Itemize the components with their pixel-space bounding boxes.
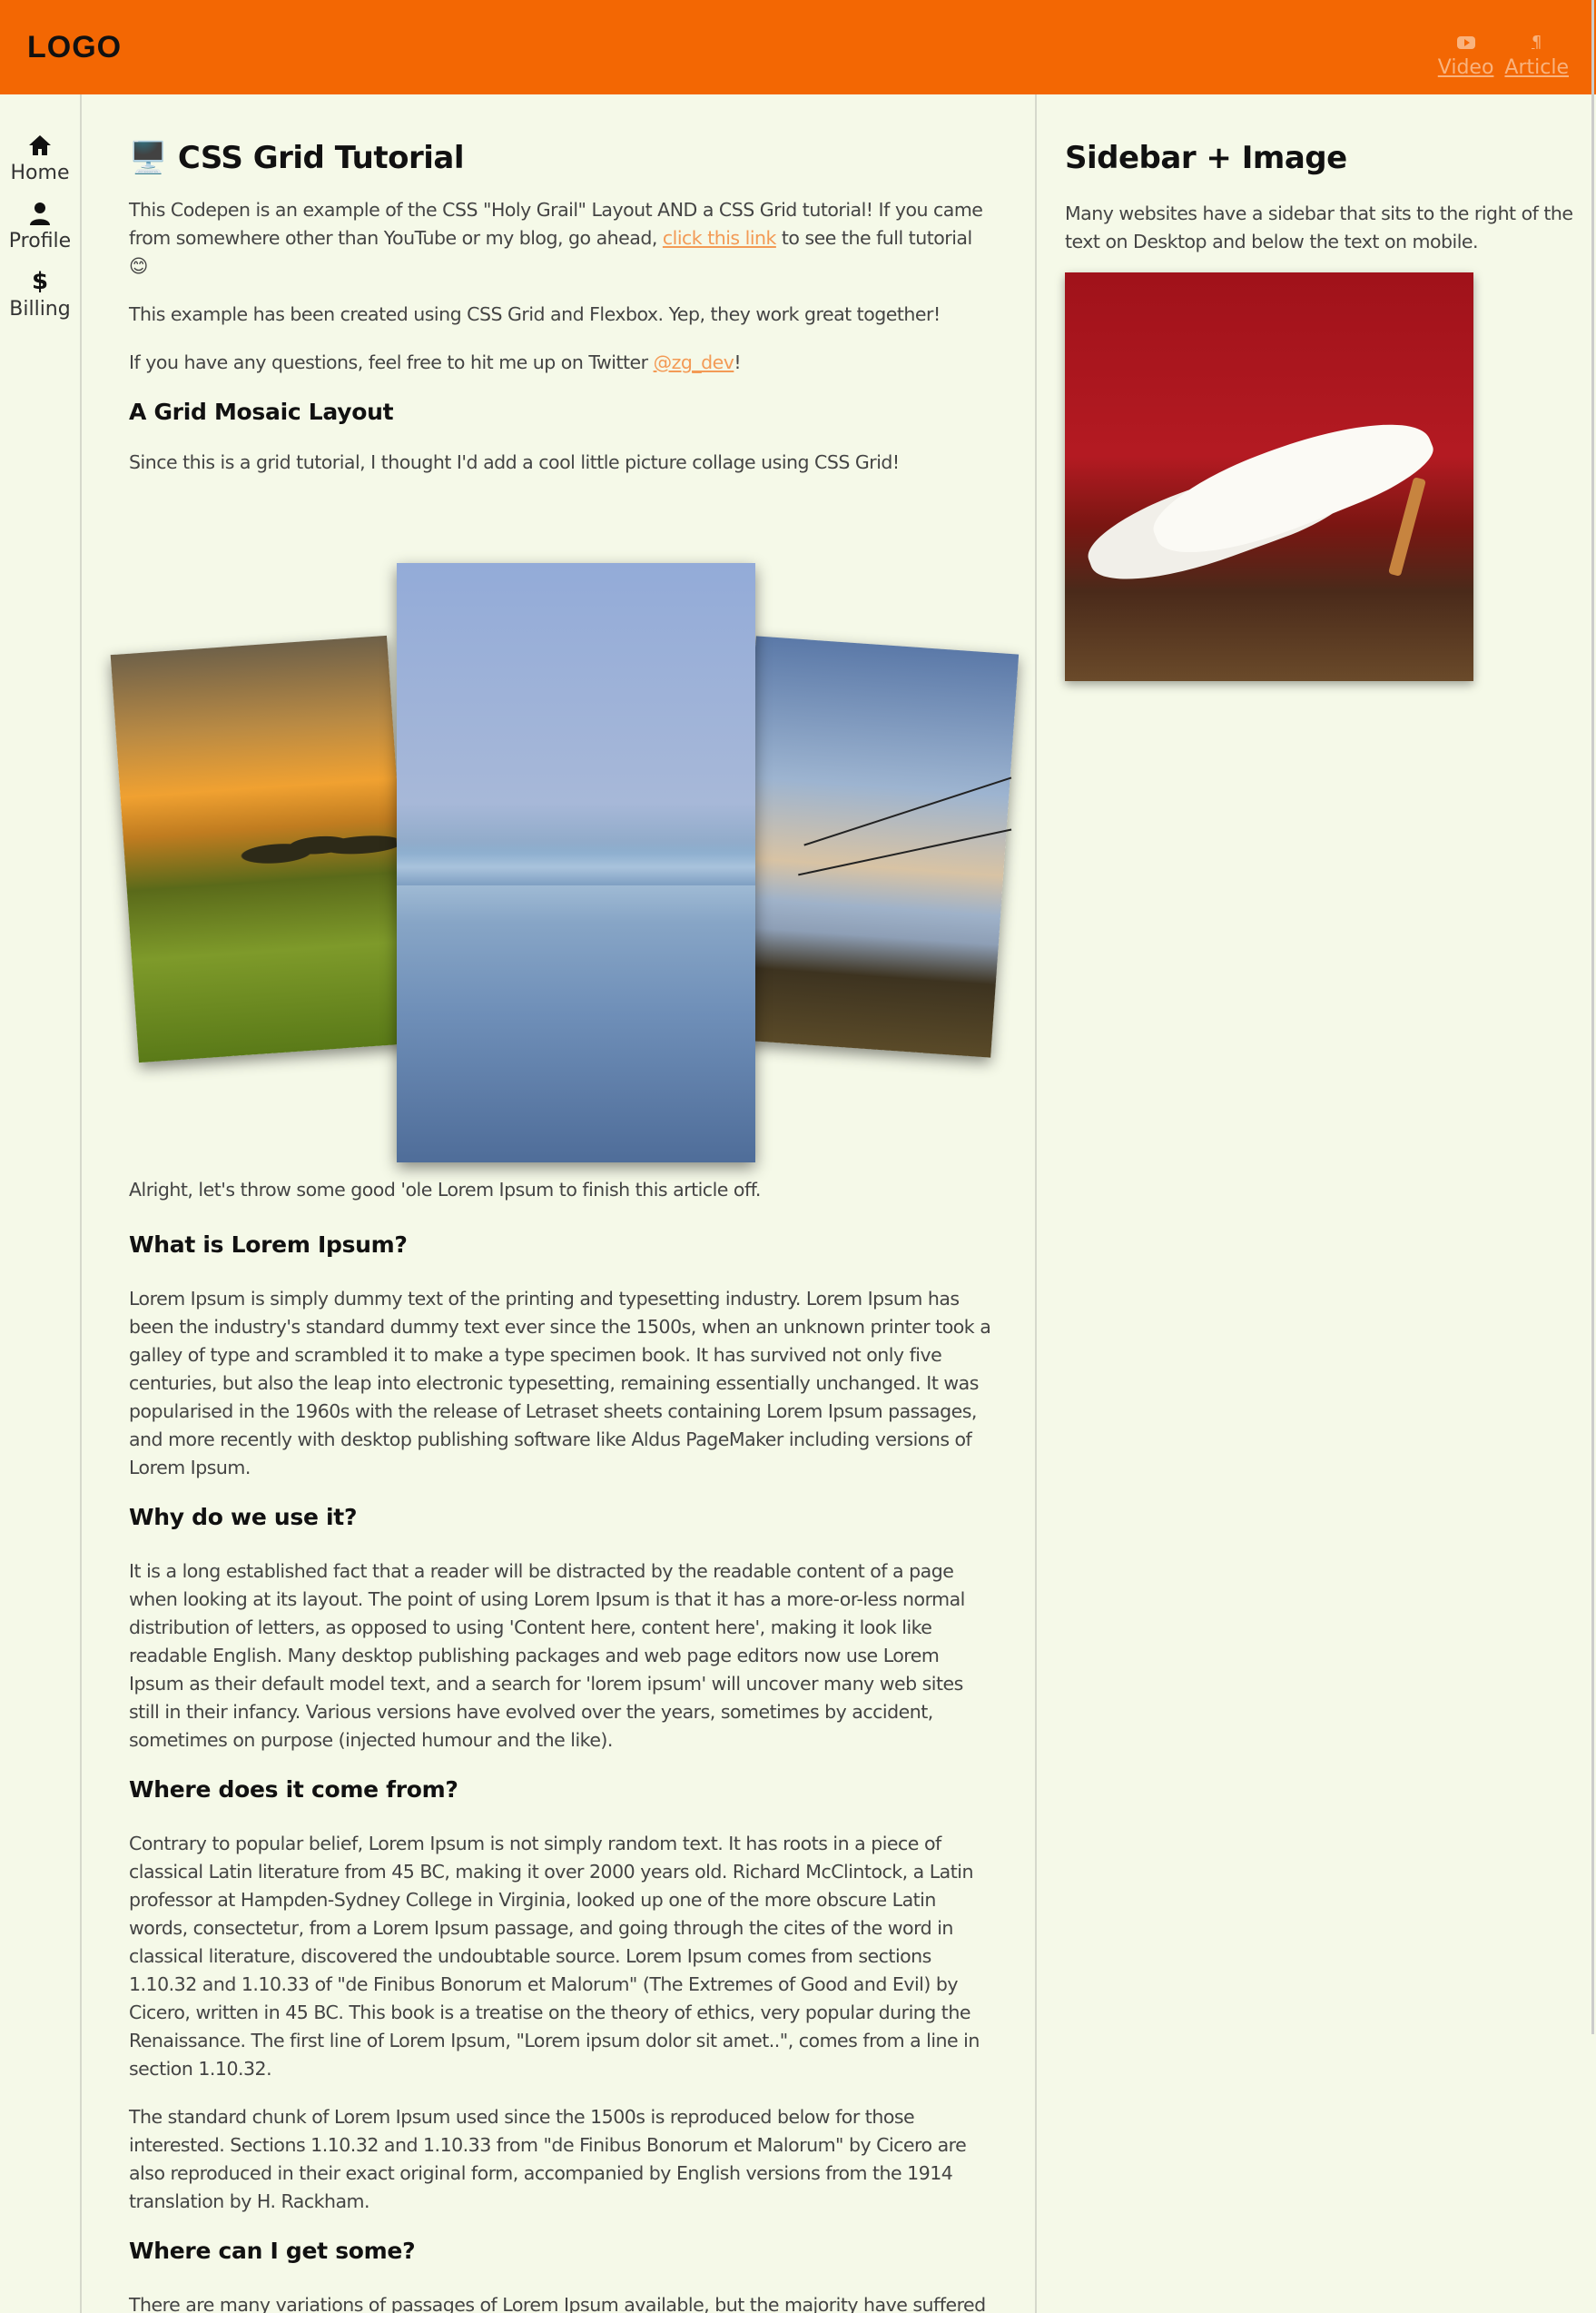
paragraph-icon: ¶ (1531, 33, 1542, 52)
logo[interactable]: LOGO (27, 30, 122, 65)
intro-paragraph-1: This Codepen is an example of the CSS "H… (129, 199, 983, 277)
sidebar-title: Sidebar + Image (1065, 140, 1347, 176)
home-icon (27, 133, 53, 158)
intro-paragraph-2: This example has been created using CSS … (129, 303, 941, 325)
twitter-link[interactable]: @zg_dev (654, 351, 734, 373)
tutorial-link[interactable]: click this link (663, 227, 777, 249)
transition-paragraph: Alright, let's throw some good 'ole Lore… (129, 1179, 761, 1201)
youtube-icon (1456, 33, 1475, 53)
scrollbar[interactable] (1591, 0, 1594, 2034)
nav-link-video[interactable]: Video (1437, 33, 1494, 79)
mosaic-image-sunset-field (110, 635, 416, 1063)
page-title-text: CSS Grid Tutorial (177, 140, 465, 176)
top-header: LOGO Video ¶ Article (0, 0, 1596, 94)
left-nav-billing-label: Billing (9, 298, 71, 321)
mosaic-image-lake-wires (727, 636, 1020, 1058)
computer-icon: 🖥️ (129, 140, 167, 176)
section-paragraph: It is a long established fact that a rea… (129, 1560, 965, 1751)
intro-paragraph-3: If you have any questions, feel free to … (129, 351, 742, 373)
left-nav-billing[interactable]: $ Billing (9, 269, 70, 321)
user-icon (29, 201, 51, 226)
column-divider (1035, 94, 1037, 2313)
mosaic-image-glacier (397, 563, 755, 1162)
top-nav: Video ¶ Article (1438, 33, 1569, 79)
left-nav-home-label: Home (10, 162, 70, 184)
section-heading: What is Lorem Ipsum? (129, 1231, 408, 1258)
mosaic-heading: A Grid Mosaic Layout (129, 399, 394, 425)
section-heading: Where does it come from? (129, 1776, 458, 1803)
dollar-icon: $ (31, 268, 49, 295)
nav-link-article-label: Article (1504, 55, 1569, 79)
left-nav-home[interactable]: Home (10, 133, 70, 184)
page-title: 🖥️ CSS Grid Tutorial (129, 140, 991, 176)
right-sidebar: Sidebar + Image Many websites have a sid… (1065, 94, 1573, 681)
section-heading: Where can I get some? (129, 2238, 416, 2264)
section-heading: Why do we use it? (129, 1504, 358, 1530)
section-paragraph: Contrary to popular belief, Lorem Ipsum … (129, 1833, 980, 2080)
mosaic-paragraph: Since this is a grid tutorial, I thought… (129, 451, 900, 473)
left-nav-profile-label: Profile (8, 230, 72, 252)
section-paragraph: The standard chunk of Lorem Ipsum used s… (129, 2106, 967, 2212)
section-paragraph: There are many variations of passages of… (129, 2294, 986, 2313)
left-nav-profile[interactable]: Profile (9, 201, 71, 252)
sidebar-text: Many websites have a sidebar that sits t… (1065, 203, 1573, 252)
nav-link-article[interactable]: ¶ Article (1504, 33, 1569, 79)
nav-link-video-label: Video (1437, 55, 1494, 79)
sidebar-image-shoes (1065, 272, 1473, 681)
photo-mosaic (110, 477, 1023, 1162)
section-paragraph: Lorem Ipsum is simply dummy text of the … (129, 1288, 991, 1478)
main-article: 🖥️ CSS Grid Tutorial This Codepen is an … (110, 94, 1020, 2313)
left-nav: Home Profile $ Billing (0, 94, 82, 2313)
